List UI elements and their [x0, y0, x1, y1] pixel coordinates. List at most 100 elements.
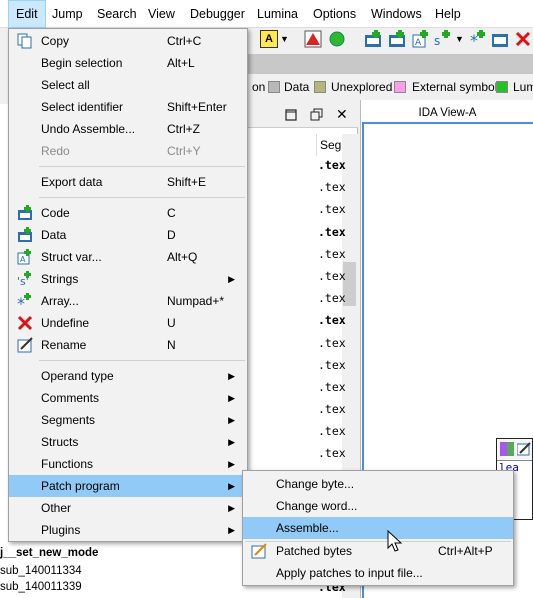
menu-item-plugins[interactable]: Plugins ▶ [9, 519, 247, 541]
menu-item-undo[interactable]: Undo Assemble... Ctrl+Z [9, 118, 247, 140]
submenu-arrow-icon: ▶ [228, 437, 235, 447]
strings-toolbar-icon[interactable]: s [434, 30, 452, 48]
menu-item-change-word[interactable]: Change word... [243, 495, 513, 517]
undefine-toolbar-icon[interactable] [514, 30, 532, 48]
menu-item-select-identifier[interactable]: Select identifier Shift+Enter [9, 96, 247, 118]
menu-item-label: Functions [41, 457, 94, 471]
text-toolbar-icon[interactable]: A [260, 30, 278, 48]
menu-item-begin-selection[interactable]: Begin selection Alt+L [9, 52, 247, 74]
menu-item-operand-type[interactable]: Operand type ▶ [9, 365, 247, 387]
close-icon[interactable]: ✕ [336, 106, 348, 123]
menu-item-select-all[interactable]: Select all [9, 74, 247, 96]
segment-cell[interactable]: .tex [318, 221, 346, 243]
segment-cell[interactable]: .tex [318, 154, 346, 176]
submenu-arrow-icon: ▶ [228, 459, 235, 469]
ida-view-tab[interactable]: IDA View-A [362, 102, 533, 124]
menu-item-export-data[interactable]: Export data Shift+E [9, 171, 247, 193]
restore-icon[interactable] [310, 108, 324, 122]
rename-node-icon[interactable] [516, 442, 531, 456]
segment-column-header[interactable]: Seg [316, 134, 342, 156]
menu-item-change-byte[interactable]: Change byte... [243, 473, 513, 495]
menu-item-label: Comments [41, 391, 100, 405]
menu-item-label: Redo [41, 144, 70, 158]
menu-item-patched-bytes[interactable]: Patched bytes Ctrl+Alt+P [243, 540, 513, 562]
menu-item-assemble[interactable]: Assemble... [243, 517, 513, 539]
array-toolbar-icon[interactable]: * [469, 30, 487, 50]
strings-icon: 's' [17, 271, 33, 288]
struct-toolbar-icon[interactable]: A [412, 30, 430, 48]
menu-item-patch-program[interactable]: Patch program ▶ [9, 475, 247, 497]
dropdown-arrow-icon[interactable]: ▼ [280, 34, 289, 44]
menu-jump[interactable]: Jump [45, 0, 90, 28]
struct-var-toolbar-icon[interactable] [491, 30, 509, 48]
menu-item-copy[interactable]: Copy Ctrl+C [9, 30, 247, 52]
submenu-arrow-icon: ▶ [228, 481, 235, 491]
menu-options[interactable]: Options [306, 0, 363, 28]
menu-item-label: Change byte... [276, 477, 355, 491]
menu-item-shortcut: N [167, 338, 176, 352]
menu-item-label: Select all [41, 78, 90, 92]
segment-cell[interactable]: .tex [318, 332, 346, 354]
menu-item-strings[interactable]: 's' Strings ▶ [9, 268, 247, 290]
menu-item-label: Change word... [276, 499, 358, 513]
navigation-band[interactable] [248, 54, 533, 74]
menu-help[interactable]: Help [428, 0, 468, 28]
segment-cell[interactable]: .tex [318, 176, 346, 198]
menu-item-label: Undo Assemble... [41, 122, 136, 136]
color-icon[interactable] [500, 442, 514, 456]
segment-cell[interactable]: .tex [318, 287, 346, 309]
warning-toolbar-icon[interactable] [304, 30, 322, 48]
edit-menu: Copy Ctrl+C Begin selection Alt+L Select… [8, 28, 248, 542]
segment-cell[interactable]: .tex [318, 398, 346, 420]
menu-item-label: Plugins [41, 523, 81, 537]
run-toolbar-icon[interactable] [328, 30, 346, 48]
menu-item-other[interactable]: Other ▶ [9, 497, 247, 519]
menu-item-array[interactable]: * Array... Numpad+* [9, 290, 247, 313]
menu-bar: Edit Jump Search View Debugger Lumina Op… [0, 0, 533, 28]
segment-cell[interactable]: .tex [318, 376, 346, 398]
menu-item-label: Patched bytes [276, 544, 353, 558]
strings-dropdown-icon[interactable]: ▼ [455, 34, 464, 44]
segment-cell[interactable]: .tex [318, 265, 346, 287]
menu-item-shortcut: U [167, 316, 176, 330]
menu-item-apply-patches[interactable]: Apply patches to input file... [243, 562, 513, 584]
menu-item-struct-var[interactable]: A Struct var... Alt+Q [9, 246, 247, 268]
menu-item-rename[interactable]: Rename N [9, 334, 247, 356]
segment-cell[interactable]: .tex [318, 243, 346, 265]
code-toolbar-icon[interactable] [364, 30, 382, 48]
function-name[interactable]: sub_140011339 [0, 576, 82, 598]
menu-item-label: Copy [41, 34, 70, 48]
data-toolbar-icon[interactable] [388, 30, 406, 48]
menu-windows[interactable]: Windows [364, 0, 429, 28]
menu-item-data[interactable]: Data D [9, 224, 247, 246]
menu-item-structs[interactable]: Structs ▶ [9, 431, 247, 453]
maximize-icon[interactable] [284, 108, 298, 122]
menu-item-comments[interactable]: Comments ▶ [9, 387, 247, 409]
menu-item-undefine[interactable]: Undefine U [9, 312, 247, 334]
segment-cell[interactable]: .tex [318, 309, 346, 331]
menu-item-label: Rename [41, 338, 87, 352]
menu-item-label: Assemble... [276, 521, 339, 535]
menu-item-label: Export data [41, 175, 103, 189]
segment-cell[interactable]: .tex [318, 442, 346, 464]
menu-item-functions[interactable]: Functions ▶ [9, 453, 247, 475]
menu-lumina[interactable]: Lumina [250, 0, 305, 28]
menu-item-shortcut: Ctrl+Y [167, 144, 201, 158]
menu-item-shortcut: Ctrl+C [167, 34, 202, 48]
menu-separator [39, 197, 245, 198]
menu-search[interactable]: Search [90, 0, 144, 28]
menu-item-label: Select identifier [41, 100, 124, 114]
menu-separator [39, 360, 245, 361]
legend-label: External symbol [412, 80, 498, 94]
menu-edit[interactable]: Edit [8, 0, 46, 28]
segment-cell[interactable]: .tex [318, 198, 346, 220]
legend-label: on [252, 80, 266, 94]
segment-cell[interactable]: .tex [318, 420, 346, 442]
menu-view[interactable]: View [141, 0, 182, 28]
menu-item-shortcut: Ctrl+Alt+P [438, 544, 493, 558]
menu-debugger[interactable]: Debugger [183, 0, 252, 28]
menu-item-code[interactable]: Code C [9, 202, 247, 224]
menu-item-redo: Redo Ctrl+Y [9, 140, 247, 162]
segment-cell[interactable]: .tex [318, 354, 346, 376]
menu-item-segments[interactable]: Segments ▶ [9, 409, 247, 431]
